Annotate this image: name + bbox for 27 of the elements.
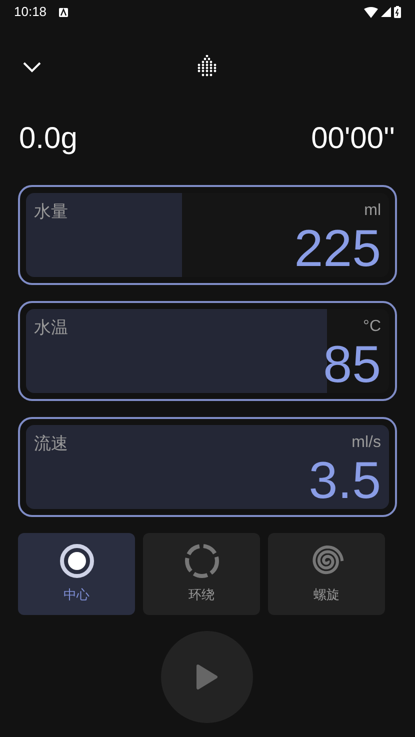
- parameter-label: 水量: [34, 201, 68, 223]
- parameter-card[interactable]: 水温 °C 85: [18, 301, 397, 401]
- dot-grid-icon[interactable]: [195, 55, 219, 79]
- mode-tab[interactable]: 螺旋: [268, 533, 385, 615]
- wifi-icon: [364, 6, 378, 18]
- notification-icon: [58, 8, 68, 16]
- mode-tab[interactable]: 环绕: [143, 533, 260, 615]
- parameter-value: 3.5: [308, 455, 381, 507]
- parameter-value: 85: [323, 339, 381, 391]
- weight-reading: 0.0g: [19, 120, 78, 156]
- timer-reading: 00'00'': [311, 120, 395, 156]
- parameter-card[interactable]: 水量 ml 225: [18, 185, 397, 285]
- battery-icon: [394, 6, 401, 18]
- signal-icon: [381, 7, 391, 17]
- target-icon: [58, 543, 94, 580]
- parameter-card[interactable]: 流速 ml/s 3.5: [18, 417, 397, 517]
- unit-label: ml/s: [352, 433, 381, 453]
- collapse-icon[interactable]: [22, 61, 42, 73]
- mode-tab[interactable]: 中心: [18, 533, 135, 615]
- clock: 10:18: [14, 3, 47, 22]
- parameter-label: 流速: [34, 433, 68, 455]
- play-icon: [196, 664, 218, 690]
- unit-label: °C: [363, 317, 381, 337]
- parameter-value: 225: [294, 223, 381, 275]
- unit-label: ml: [364, 201, 381, 221]
- ring-icon: [184, 543, 220, 580]
- parameter-label: 水温: [34, 317, 68, 339]
